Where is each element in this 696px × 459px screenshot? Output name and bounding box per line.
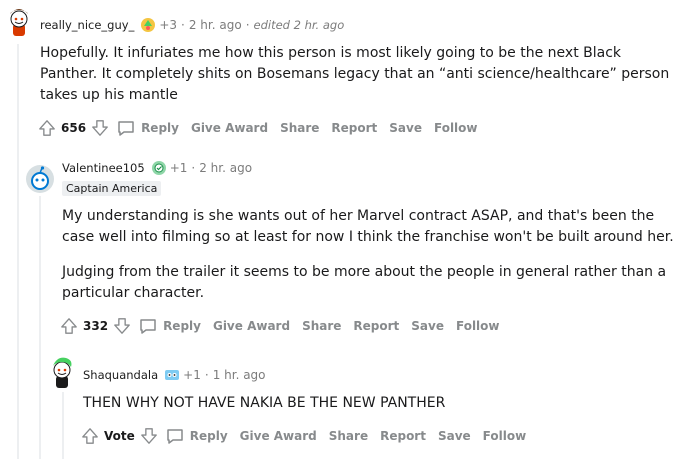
upvote-arrow-icon[interactable]: [80, 426, 100, 446]
author-name[interactable]: Valentinee105: [62, 161, 145, 175]
reply-button[interactable]: Reply: [165, 426, 228, 446]
comment-actions: 656 Reply Give Award Share Report Save F…: [37, 116, 490, 140]
vote-score: Vote: [104, 429, 135, 443]
comment-actions: 332 Reply Give Award Share Report Save F…: [59, 314, 512, 338]
share-button[interactable]: Share: [302, 319, 341, 333]
share-button[interactable]: Share: [329, 429, 368, 443]
speech-bubble-icon: [140, 319, 156, 334]
upvote-arrow-icon[interactable]: [37, 118, 57, 138]
comment-actions: Vote Reply Give Award Share Report Save …: [80, 424, 538, 448]
save-button[interactable]: Save: [411, 319, 444, 333]
reply-label: Reply: [163, 319, 201, 333]
follow-button[interactable]: Follow: [434, 121, 478, 135]
report-button[interactable]: Report: [353, 319, 399, 333]
follow-button[interactable]: Follow: [456, 319, 500, 333]
avatar[interactable]: [6, 6, 32, 38]
comment-body: Hopefully. It infuriates me how this per…: [40, 43, 680, 106]
save-button[interactable]: Save: [438, 429, 471, 443]
comment-meta: Valentinee105 +1 · 2 hr. ago: [62, 160, 252, 176]
vote-score: 656: [61, 121, 87, 135]
vote-score: 332: [83, 319, 109, 333]
author-name[interactable]: really_nice_guy_: [40, 18, 134, 32]
separator: ·: [204, 368, 209, 382]
author-name[interactable]: Shaquandala: [83, 368, 158, 382]
downvote-arrow-icon[interactable]: [90, 118, 110, 138]
reply-button[interactable]: Reply: [116, 118, 179, 138]
reply-label: Reply: [189, 429, 228, 443]
save-button[interactable]: Save: [389, 121, 422, 135]
award-count: +1: [169, 161, 188, 175]
timestamp[interactable]: 2 hr. ago: [199, 161, 252, 175]
report-button[interactable]: Report: [380, 429, 426, 443]
timestamp[interactable]: 2 hr. ago: [189, 18, 242, 32]
timestamp[interactable]: 1 hr. ago: [213, 368, 266, 382]
avatar[interactable]: [25, 164, 55, 194]
comment-paragraph: Judging from the trailer it seems to be …: [62, 264, 667, 301]
comment-meta: really_nice_guy_ +3 · 2 hr. ago · edited…: [40, 17, 344, 33]
speech-bubble-icon: [167, 429, 183, 444]
thread-line[interactable]: [39, 196, 41, 459]
give-award-button[interactable]: Give Award: [213, 319, 290, 333]
speech-bubble-icon: [118, 121, 134, 136]
avatar[interactable]: [49, 355, 75, 389]
award-count: +1: [183, 368, 201, 382]
award-icon[interactable]: [164, 367, 180, 383]
upvote-arrow-icon[interactable]: [59, 316, 79, 336]
edited-label: edited 2 hr. ago: [253, 18, 345, 32]
reply-label: Reply: [141, 121, 179, 135]
comment-meta: Shaquandala +1 · 1 hr. ago: [83, 367, 266, 383]
downvote-arrow-icon[interactable]: [139, 426, 159, 446]
award-icon[interactable]: [151, 160, 167, 176]
downvote-arrow-icon[interactable]: [112, 316, 132, 336]
comment-paragraph: Hopefully. It infuriates me how this per…: [40, 45, 670, 103]
thread-line[interactable]: [62, 392, 64, 459]
give-award-button[interactable]: Give Award: [240, 429, 317, 443]
reply-button[interactable]: Reply: [138, 316, 201, 336]
comment-paragraph: THEN WHY NOT HAVE NAKIA BE THE NEW PANTH…: [83, 395, 446, 411]
share-button[interactable]: Share: [280, 121, 319, 135]
separator: ·: [191, 161, 196, 175]
separator: ·: [181, 18, 185, 32]
follow-button[interactable]: Follow: [483, 429, 527, 443]
report-button[interactable]: Report: [331, 121, 377, 135]
give-award-button[interactable]: Give Award: [191, 121, 268, 135]
user-flair: Captain America: [62, 181, 162, 196]
separator: ·: [245, 18, 250, 32]
comment-paragraph: My understanding is she wants out of her…: [62, 208, 674, 245]
thread-line[interactable]: [17, 44, 19, 459]
comment-body: THEN WHY NOT HAVE NAKIA BE THE NEW PANTH…: [83, 393, 673, 414]
award-count: +3: [159, 18, 178, 32]
comment-body: My understanding is she wants out of her…: [62, 206, 682, 304]
award-icon[interactable]: [140, 17, 156, 33]
